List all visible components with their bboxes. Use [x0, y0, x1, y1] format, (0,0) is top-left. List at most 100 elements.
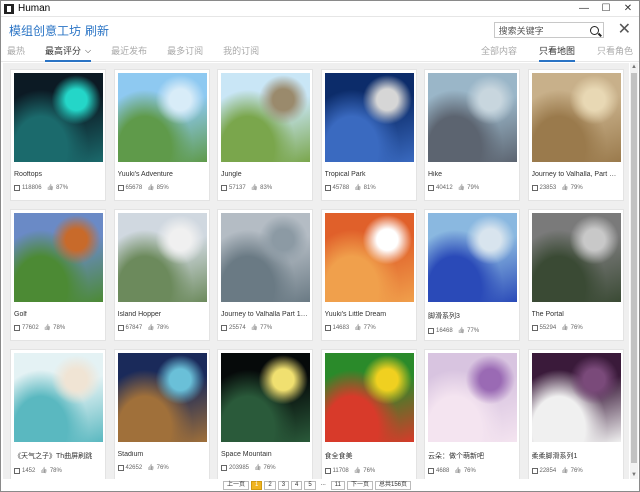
- card-thumbnail[interactable]: [531, 213, 621, 302]
- card-thumbnail[interactable]: [324, 73, 414, 162]
- scroll-down-arrow-icon[interactable]: ▼: [630, 471, 638, 479]
- workshop-card[interactable]: Space Mountain 203985 👍 76%: [217, 349, 313, 479]
- rating-percent: 79%: [570, 184, 583, 191]
- card-thumbnail[interactable]: [14, 353, 103, 442]
- workshop-card[interactable]: Yuuki's Adventure 65678 👍 85%: [113, 69, 210, 201]
- refresh-link[interactable]: 刷新: [85, 22, 109, 39]
- card-thumbnail[interactable]: [324, 213, 414, 302]
- page-button[interactable]: 11: [330, 480, 345, 490]
- workshop-card[interactable]: Stadium 42652 👍 76%: [113, 349, 210, 479]
- workshop-card[interactable]: 柔柔脚滑系列1 22854 👍 76%: [527, 349, 624, 479]
- prev-page-button[interactable]: 上一页: [223, 480, 250, 490]
- card-title[interactable]: 云朵：做个萌新吧: [428, 451, 516, 461]
- card-thumbnail[interactable]: [531, 73, 621, 162]
- page-button[interactable]: 2: [264, 480, 276, 490]
- card-stats: 14683 👍 77%: [324, 324, 413, 331]
- workshop-card[interactable]: Golf 77602 👍 78%: [10, 209, 106, 341]
- rating-percent: 77%: [363, 324, 376, 331]
- card-title[interactable]: Yuuki's Adventure: [118, 171, 206, 178]
- scroll-up-arrow-icon[interactable]: ▲: [630, 63, 638, 71]
- card-title[interactable]: 脚滑系列3: [428, 311, 516, 321]
- window-title: Human: [18, 3, 51, 14]
- card-stats: 67847 👍 78%: [117, 324, 206, 331]
- card-thumbnail[interactable]: [14, 73, 103, 162]
- rating-percent: 76%: [263, 464, 276, 471]
- card-title[interactable]: Stadium: [118, 451, 206, 458]
- card-stats: 4688 👍 76%: [428, 467, 516, 474]
- card-thumbnail[interactable]: [117, 73, 207, 162]
- card-thumbnail[interactable]: [221, 353, 310, 442]
- card-thumbnail[interactable]: [428, 213, 517, 302]
- subscribe-check-icon: [531, 324, 538, 331]
- tab-4[interactable]: 我的订阅: [223, 44, 259, 61]
- workshop-card[interactable]: 脚滑系列3 16468 👍 77%: [424, 209, 520, 341]
- tab-2[interactable]: 最近发布: [111, 44, 147, 61]
- card-thumbnail[interactable]: [117, 353, 207, 442]
- workshop-card[interactable]: 云朵：做个萌新吧 4688 👍 76%: [424, 349, 520, 479]
- tab-3[interactable]: 最多订阅: [167, 44, 203, 61]
- rating-percent: 76%: [570, 467, 583, 474]
- workshop-card[interactable]: Hike 40412 👍 79%: [424, 69, 520, 201]
- chevron-down-icon[interactable]: ⌵: [85, 46, 91, 56]
- card-title[interactable]: The Portal: [532, 311, 620, 318]
- card-thumbnail[interactable]: [428, 353, 517, 442]
- page-button[interactable]: 1: [251, 480, 263, 490]
- card-title[interactable]: 柔柔脚滑系列1: [532, 451, 620, 461]
- subscriber-count: 23853: [539, 184, 557, 191]
- workshop-card[interactable]: 食全食美 11708 👍 76%: [320, 349, 417, 479]
- card-title[interactable]: Hike: [428, 171, 516, 178]
- workshop-card[interactable]: The Portal 55294 👍 76%: [527, 209, 624, 341]
- card-stats: 42652 👍 76%: [117, 464, 206, 471]
- card-stats: 16468 👍 77%: [428, 327, 516, 334]
- total-pages-label[interactable]: 总共156页: [375, 480, 412, 490]
- workshop-card[interactable]: Island Hopper 67847 👍 78%: [113, 209, 210, 341]
- workshop-card[interactable]: Tropical Park 45788 👍 81%: [320, 69, 417, 201]
- card-title[interactable]: Golf: [14, 311, 102, 318]
- card-title[interactable]: Jungle: [221, 171, 309, 178]
- scrollbar[interactable]: ▲ ▼: [630, 63, 638, 479]
- minimize-button[interactable]: —: [573, 1, 595, 17]
- rating-percent: 79%: [467, 184, 480, 191]
- maximize-button[interactable]: ☐: [595, 1, 617, 17]
- subscriber-count: 22854: [539, 467, 557, 474]
- card-title[interactable]: 《天气之子》Th曲屏刷跳: [14, 451, 102, 461]
- close-window-button[interactable]: ✕: [617, 1, 639, 17]
- filter-tab-1[interactable]: 只看地图: [538, 44, 575, 62]
- workshop-card[interactable]: Yuuki's Little Dream 14683 👍 77%: [320, 209, 417, 341]
- card-thumbnail[interactable]: [117, 213, 207, 302]
- card-thumbnail[interactable]: [14, 213, 103, 302]
- filter-tab-2[interactable]: 只看角色: [597, 44, 633, 61]
- card-thumbnail[interactable]: [428, 73, 517, 162]
- card-title[interactable]: Island Hopper: [118, 311, 206, 318]
- card-title[interactable]: 食全食美: [325, 451, 413, 461]
- filter-tab-0[interactable]: 全部内容: [481, 44, 517, 61]
- workshop-card[interactable]: Jungle 57137 👍 83%: [217, 69, 313, 201]
- card-title[interactable]: Space Mountain: [221, 451, 309, 458]
- card-title[interactable]: Rooftops: [14, 171, 102, 178]
- card-stats: 11708 👍 76%: [324, 467, 413, 474]
- card-title[interactable]: Journey to Valhalla Part 1 (Mi...: [221, 311, 309, 318]
- rating-percent: 85%: [156, 184, 169, 191]
- scroll-thumb[interactable]: [631, 73, 637, 463]
- card-thumbnail[interactable]: [221, 73, 310, 162]
- tab-0[interactable]: 最热: [7, 44, 25, 61]
- close-workshop-button[interactable]: ✕: [618, 22, 631, 38]
- page-button[interactable]: 4: [291, 480, 303, 490]
- tab-1[interactable]: 最高评分 ⌵: [45, 44, 92, 62]
- next-page-button[interactable]: 下一页: [346, 480, 373, 490]
- card-title[interactable]: Journey to Valhalla, Part 6 (Jot...: [532, 171, 620, 178]
- card-title[interactable]: Tropical Park: [325, 171, 413, 178]
- workshop-card[interactable]: Rooftops 118806 👍 87%: [10, 69, 106, 201]
- card-title[interactable]: Yuuki's Little Dream: [325, 311, 413, 318]
- subscribe-check-icon: [324, 184, 331, 191]
- card-thumbnail[interactable]: [531, 353, 621, 442]
- workshop-card[interactable]: 《天气之子》Th曲屏刷跳 1452 👍 78%: [10, 349, 106, 479]
- search-input[interactable]: 搜索关键字: [493, 22, 604, 38]
- card-thumbnail[interactable]: [221, 213, 310, 302]
- card-thumbnail[interactable]: [324, 353, 414, 442]
- workshop-card[interactable]: Journey to Valhalla Part 1 (Mi... 25574 👍 7…: [217, 209, 313, 341]
- page-button[interactable]: 3: [277, 480, 290, 490]
- workshop-card[interactable]: Journey to Valhalla, Part 6 (Jot... 23853…: [527, 69, 624, 201]
- page-button[interactable]: 5: [304, 480, 316, 490]
- search-icon[interactable]: [589, 25, 599, 35]
